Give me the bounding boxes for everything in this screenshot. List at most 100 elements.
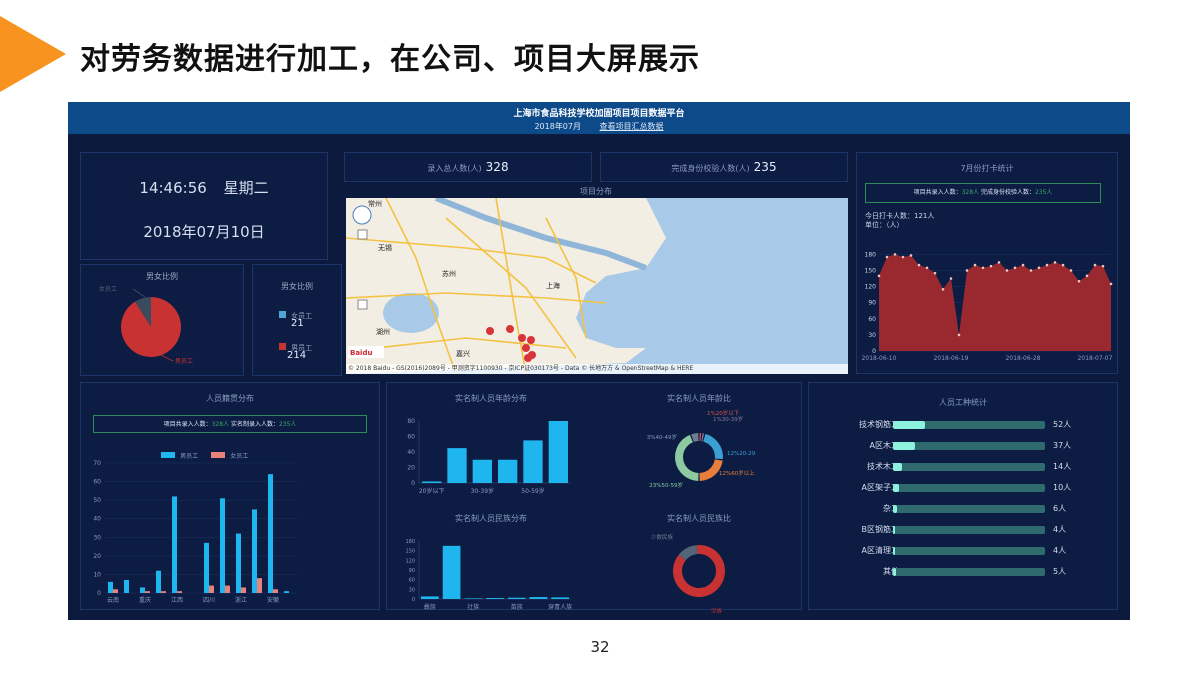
worker-type-row: 其他 5人 — [809, 566, 1119, 578]
checkin-area — [879, 254, 1111, 351]
origin-bar-chart: 0 10 20 30 40 50 60 70 云南 重庆 江西 四川 浙江 安徽 — [93, 460, 297, 604]
ethnic-bar — [486, 598, 504, 599]
enrolled-counter: 录入总人数(人) 328 — [344, 152, 592, 182]
bar-male — [284, 591, 289, 593]
dashboard-screenshot: 上海市食品科技学校加固项目项目数据平台 2018年07月 查看项目汇总数据 14… — [68, 102, 1130, 620]
y-tick-label: 60 — [409, 578, 415, 584]
x-tick-label: 壮族 — [467, 603, 479, 611]
y-tick-label: 60 — [868, 316, 876, 323]
project-map[interactable]: 常州 无锡 苏州 上海 湖州 嘉兴 Baidu © 2018 Baidu - G… — [346, 198, 848, 374]
checkin-point — [917, 263, 921, 267]
male-leader-line — [160, 354, 174, 362]
checkin-point — [973, 263, 977, 267]
age-donut-label: 12%60岁以上 — [719, 469, 755, 477]
worker-type-label: A区架子工 — [861, 483, 899, 492]
clock-weekday: 星期二 — [223, 179, 269, 197]
gender-summary-panel: 男女比例 女员工 21 男员工 214 — [252, 264, 342, 376]
dashboard-header: 上海市食品科技学校加固项目项目数据平台 2018年07月 查看项目汇总数据 — [68, 102, 1130, 134]
slide: 对劳务数据进行加工，在公司、项目大屏展示 上海市食品科技学校加固项目项目数据平台… — [0, 0, 1200, 675]
checkin-point — [1101, 264, 1105, 268]
checkin-point — [1013, 266, 1017, 270]
y-tick-label: 120 — [405, 558, 415, 564]
enrolled-label: 项目共录入人数： — [913, 189, 962, 196]
clock-panel: 14:46:56 星期二 2018年07月10日 — [80, 152, 328, 260]
worker-type-value: 14人 — [1053, 462, 1072, 471]
male-swatch-icon — [279, 343, 286, 350]
summary-link[interactable]: 查看项目汇总数据 — [600, 122, 664, 131]
age-donut-label: 1%30-39岁 — [713, 415, 743, 423]
age-bar — [472, 459, 492, 483]
x-tick-label: 2018-06-10 — [862, 355, 897, 362]
clock-time-row: 14:46:56 星期二 — [81, 177, 327, 198]
verified-label: 完成身份校验人数： — [980, 189, 1035, 196]
age-bar-chart: 0 20 40 60 80 20岁以下 30-39岁 50-59岁 — [407, 418, 571, 495]
y-tick-label: 20 — [93, 553, 101, 560]
age-donut-label: 1%20岁以下 — [707, 409, 740, 417]
female-swatch-icon — [279, 311, 286, 318]
y-tick-label: 0 — [411, 480, 415, 487]
checkin-point — [1093, 263, 1097, 267]
worker-type-track — [893, 547, 1045, 555]
age-donut-slice — [691, 433, 699, 442]
checkin-point — [1021, 263, 1025, 267]
checkin-point — [1069, 269, 1073, 272]
age-ethnic-panel: 实名制人员年龄分布 实名制人员年龄比 实名制人员民族分布 实名制人员民族比 02… — [386, 382, 802, 613]
bar-male — [140, 587, 145, 593]
y-tick-label: 120 — [865, 284, 877, 291]
y-tick-label: 80 — [407, 418, 415, 425]
checkin-point — [877, 274, 881, 278]
bar-female — [273, 589, 278, 593]
worker-types-list: 技术钢筋工 52人 A区木工 37人 技术木工 14人 A区架子工 10人 杂工 6人 B区钢筋工 4… — [809, 419, 1119, 599]
x-tick-label: 安徽 — [267, 596, 279, 604]
checkin-point — [933, 271, 937, 275]
y-tick-label: 20 — [407, 465, 415, 472]
age-donut-label: 23%50-59岁 — [649, 481, 683, 489]
x-tick-label: 2018-06-28 — [1006, 355, 1041, 362]
worker-type-row: 杂工 6人 — [809, 503, 1119, 515]
checkin-point — [989, 264, 993, 268]
age-bar — [548, 421, 568, 483]
y-tick-label: 0 — [872, 348, 876, 355]
bar-female — [241, 587, 246, 593]
gender-pie-panel: 男女比例 女员工 男员工 — [80, 264, 244, 376]
bar-male — [108, 581, 113, 593]
checkin-panel: 7月份打卡统计 项目共录入人数：328人 完成身份校验人数：235人 今日打卡人… — [856, 152, 1118, 374]
worker-type-value: 10人 — [1053, 483, 1072, 492]
worker-type-fill — [893, 463, 902, 471]
checkin-point — [1029, 269, 1033, 272]
worker-type-value: 52人 — [1053, 420, 1072, 429]
female-leader-line — [132, 288, 146, 298]
x-tick-label: 彝族 — [424, 603, 436, 611]
checkin-point — [1037, 266, 1041, 270]
zoom-out-icon[interactable] — [357, 299, 368, 310]
worker-type-label: A区清理工 — [861, 546, 899, 555]
age-donut-slice — [703, 433, 723, 460]
worker-type-track — [893, 484, 1045, 492]
worker-type-row: B区钢筋工 4人 — [809, 524, 1119, 536]
gender-pie-slices — [121, 297, 181, 357]
worker-type-row: 技术木工 14人 — [809, 461, 1119, 473]
counter-label: 完成身份校验人数(人) — [671, 164, 750, 173]
x-tick-label: 苗族 — [511, 603, 523, 611]
worker-type-value: 4人 — [1053, 525, 1067, 534]
ethnic-donut-label: 汉族 — [711, 607, 723, 613]
worker-type-value: 5人 — [1053, 567, 1067, 576]
counter-label: 录入总人数(人) — [427, 164, 482, 173]
origin-formal-label: 实名制录入人数： — [230, 421, 279, 428]
checkin-point — [1045, 263, 1049, 267]
map-pan-control-icon[interactable] — [352, 205, 372, 225]
map-title: 项目分布 — [580, 187, 612, 196]
y-tick-label: 10 — [93, 571, 101, 578]
zoom-in-icon[interactable] — [357, 229, 368, 240]
worker-type-track — [893, 505, 1045, 513]
city-label: 嘉兴 — [456, 349, 470, 358]
checkin-point — [941, 287, 945, 291]
worker-type-value: 37人 — [1053, 441, 1072, 450]
y-tick-label: 30 — [868, 332, 876, 339]
age-bar — [523, 440, 543, 483]
worker-type-fill — [893, 442, 916, 450]
checkin-point — [997, 261, 1001, 264]
age-donut-label: 3%40-49岁 — [647, 433, 677, 441]
checkin-point — [901, 255, 905, 259]
ethnic-bar — [421, 596, 439, 599]
